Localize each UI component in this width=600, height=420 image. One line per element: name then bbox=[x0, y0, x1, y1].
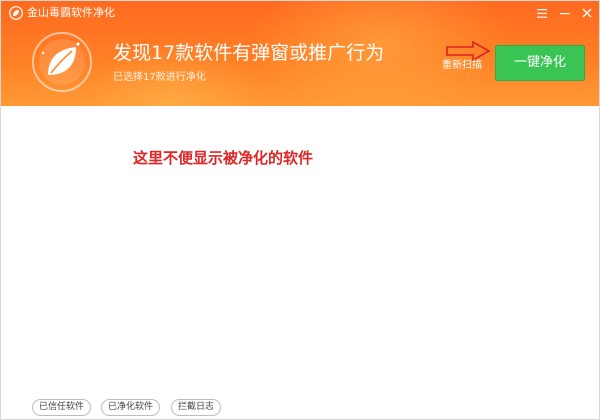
title-bar[interactable]: 金山毒霸软件净化 bbox=[1, 1, 599, 25]
one-click-clean-button[interactable]: 一键净化 bbox=[495, 45, 585, 81]
scrollbar[interactable] bbox=[590, 106, 599, 391]
trusted-software-button[interactable]: 已信任软件 bbox=[32, 399, 92, 416]
header-banner: 金山毒霸软件净化 发现17款软件有弹窗或推广行为 已选择17款进行净化 重新扫描… bbox=[1, 1, 599, 106]
rescan-link[interactable]: 重新扫描 bbox=[442, 60, 482, 72]
app-logo-icon bbox=[9, 6, 23, 20]
red-arrow-right-icon bbox=[446, 41, 491, 61]
menu-button[interactable] bbox=[533, 4, 551, 22]
window-title: 金山毒霸软件净化 bbox=[27, 6, 115, 19]
app-window: 金山毒霸软件净化 发现17款软件有弹窗或推广行为 已选择17款进行净化 重新扫描… bbox=[0, 0, 600, 420]
page-title: 发现17款软件有弹窗或推广行为 bbox=[113, 42, 385, 64]
close-icon bbox=[582, 8, 592, 18]
annotation-text: 这里不便显示被净化的软件 bbox=[133, 149, 314, 167]
software-list-area: 这里不便显示被净化的软件 bbox=[1, 106, 599, 391]
minimize-button[interactable] bbox=[556, 4, 574, 22]
selection-summary: 已选择17款进行净化 bbox=[113, 72, 206, 83]
minimize-icon bbox=[560, 13, 570, 15]
close-button[interactable] bbox=[578, 4, 596, 22]
hamburger-icon bbox=[537, 9, 547, 18]
cleaned-software-button[interactable]: 已净化软件 bbox=[101, 399, 161, 416]
block-log-button[interactable]: 拦截日志 bbox=[171, 399, 222, 416]
leaf-shield-icon bbox=[32, 32, 92, 92]
footer-bar: 已信任软件 已净化软件 拦截日志 bbox=[1, 391, 599, 419]
